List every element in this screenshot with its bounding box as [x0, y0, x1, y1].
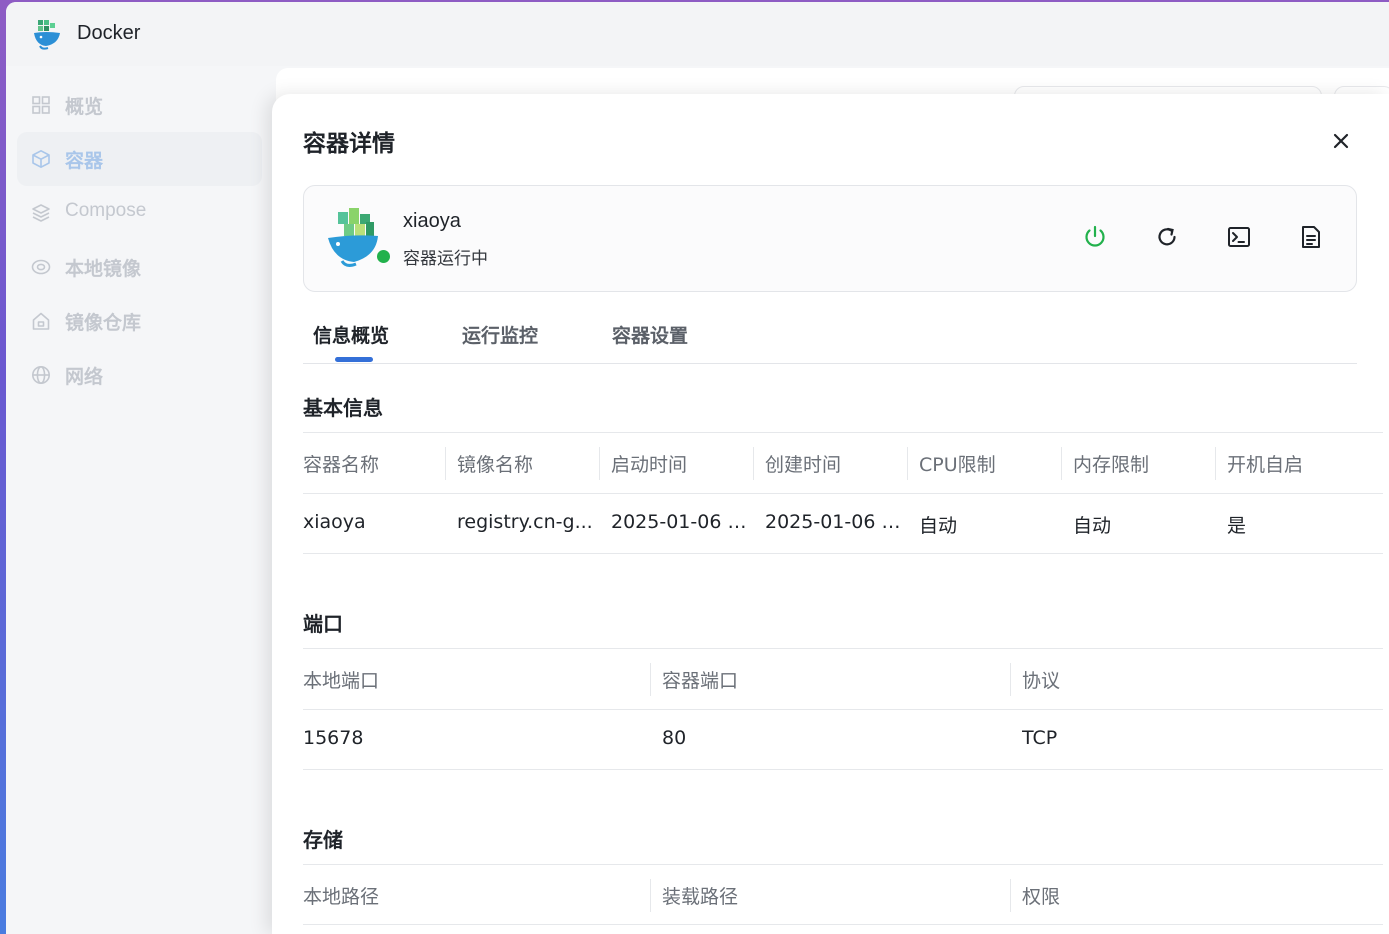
section-title-basic-info: 基本信息	[303, 396, 383, 420]
table-header-cell: 装载路径	[662, 886, 739, 908]
sidebar: 概览 容器 Compose 本地镜像 镜像仓库 网络	[6, 78, 272, 402]
globe-icon	[32, 366, 50, 384]
close-icon[interactable]	[1330, 130, 1352, 152]
table-cell: 15678	[303, 727, 364, 749]
table-cell: 2025-01-06 1...	[611, 511, 751, 533]
storage-table: 本地路径 装载路径 权限	[303, 864, 1383, 925]
sidebar-item-label: 容器	[65, 150, 104, 172]
container-status-text: 容器运行中	[403, 249, 488, 269]
table-cell: xiaoya	[303, 511, 366, 533]
container-app-logo	[328, 208, 378, 267]
tab-settings[interactable]: 容器设置	[612, 321, 688, 348]
column-divider	[1215, 447, 1216, 480]
table-header-cell: 启动时间	[611, 454, 688, 476]
table-header-cell: 镜像名称	[457, 454, 534, 476]
table-header-cell: 容器端口	[662, 670, 739, 692]
layers-icon	[32, 204, 50, 222]
table-header-cell: 开机自启	[1227, 454, 1304, 476]
column-divider	[599, 447, 600, 480]
detail-tabs: 信息概览 运行监控 容器设置	[303, 309, 1357, 364]
app-title: Docker	[77, 22, 141, 44]
restart-icon[interactable]	[1154, 224, 1180, 250]
column-divider	[445, 447, 446, 480]
disk-icon	[31, 259, 51, 275]
column-divider	[650, 879, 651, 912]
terminal-icon[interactable]	[1226, 224, 1252, 250]
ports-table: 本地端口 容器端口 协议 15678 80 TCP	[303, 648, 1383, 770]
table-header-row: 本地路径 装载路径 权限	[303, 864, 1383, 925]
table-cell: registry.cn-g...	[457, 511, 593, 533]
container-summary-card: xiaoya 容器运行中	[303, 185, 1357, 292]
table-header-cell: 内存限制	[1073, 454, 1150, 476]
sidebar-item-local-images[interactable]: 本地镜像	[17, 240, 262, 294]
table-cell: 自动	[1073, 515, 1112, 537]
sidebar-item-label: 概览	[65, 96, 104, 118]
running-status-dot	[375, 248, 392, 265]
column-divider	[1010, 879, 1011, 912]
tab-overview[interactable]: 信息概览	[313, 321, 389, 348]
table-header-row: 容器名称 镜像名称 启动时间 创建时间 CPU限制 内存限制 开机自启	[303, 432, 1383, 493]
drawer-title: 容器详情	[303, 131, 395, 157]
sidebar-item-network[interactable]: 网络	[17, 348, 262, 402]
column-divider	[650, 663, 651, 696]
table-cell: 是	[1227, 515, 1247, 537]
column-divider	[753, 447, 754, 480]
docker-whale-logo	[34, 20, 60, 50]
sidebar-item-label: 镜像仓库	[65, 312, 142, 334]
table-cell: 2025-01-06 1...	[765, 511, 905, 533]
table-header-cell: 容器名称	[303, 454, 380, 476]
table-row: xiaoya registry.cn-g... 2025-01-06 1... …	[303, 493, 1383, 554]
table-header-cell: 本地端口	[303, 670, 380, 692]
sidebar-item-overview[interactable]: 概览	[17, 78, 262, 132]
column-divider	[1010, 663, 1011, 696]
title-bar: Docker	[6, 2, 1389, 66]
table-cell: 80	[662, 727, 687, 749]
sidebar-item-label: 本地镜像	[65, 258, 142, 280]
table-header-cell: 权限	[1022, 886, 1061, 908]
table-header-cell: CPU限制	[919, 454, 996, 476]
sidebar-item-label: 网络	[65, 366, 104, 388]
tab-monitoring[interactable]: 运行监控	[462, 321, 538, 348]
grid-icon	[32, 96, 50, 114]
table-header-cell: 协议	[1022, 670, 1061, 692]
column-divider	[907, 447, 908, 480]
cube-icon	[32, 150, 50, 168]
sidebar-item-registry[interactable]: 镜像仓库	[17, 294, 262, 348]
home-icon	[32, 312, 50, 330]
column-divider	[1061, 447, 1062, 480]
container-detail-drawer: 容器详情 xiaoya 容器运行中 信息概览 运行监控 容器设置 基本信息 容器…	[272, 94, 1389, 934]
table-cell: TCP	[1022, 727, 1058, 749]
container-name: xiaoya	[403, 210, 461, 232]
power-icon[interactable]	[1082, 224, 1108, 250]
app-window: Docker 概览 容器 Compose 本地镜像 镜像仓库 网络 容器详情 x…	[6, 2, 1389, 934]
section-title-storage: 存储	[303, 828, 343, 852]
section-title-ports: 端口	[303, 612, 343, 636]
table-cell: 自动	[919, 515, 958, 537]
sidebar-item-containers[interactable]: 容器	[17, 132, 262, 186]
table-header-cell: 本地路径	[303, 886, 380, 908]
log-file-icon[interactable]	[1298, 224, 1324, 250]
active-tab-indicator	[335, 357, 373, 362]
table-header-cell: 创建时间	[765, 454, 842, 476]
basic-info-table: 容器名称 镜像名称 启动时间 创建时间 CPU限制 内存限制 开机自启 xiao…	[303, 432, 1383, 554]
sidebar-item-compose[interactable]: Compose	[17, 186, 262, 240]
sidebar-item-label: Compose	[65, 200, 147, 221]
table-header-row: 本地端口 容器端口 协议	[303, 648, 1383, 709]
table-row: 15678 80 TCP	[303, 709, 1383, 770]
